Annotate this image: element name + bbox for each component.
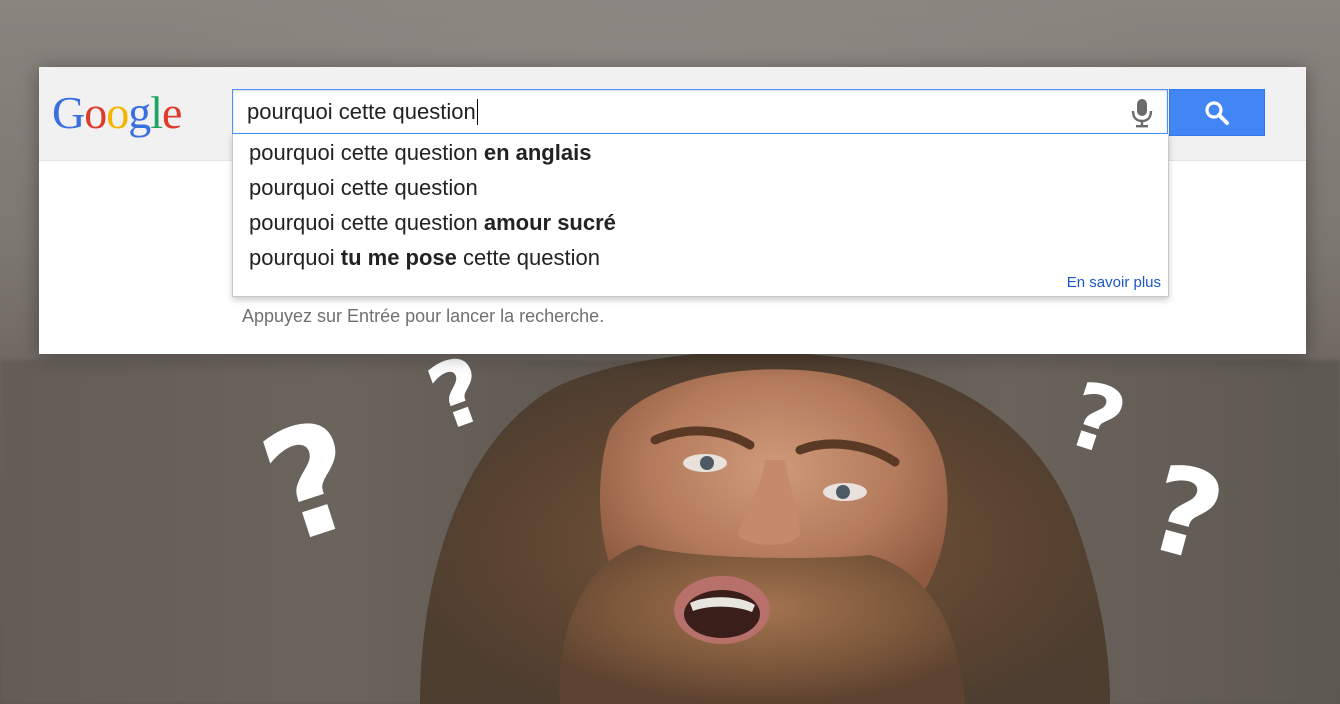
suggestion-completion: tu me pose (340, 245, 457, 270)
suggestion-text: pourquoi cette question (249, 210, 484, 235)
suggestion-text: pourquoi (249, 245, 341, 270)
suggestion-suffix: cette question (456, 245, 600, 270)
suggestion-completion: amour sucré (483, 210, 616, 235)
logo-letter: e (162, 87, 182, 138)
google-logo[interactable]: Google (52, 84, 182, 142)
logo-letter: g (128, 87, 151, 138)
text-caret (476, 98, 478, 125)
search-box[interactable]: pourquoi cette question (232, 89, 1168, 134)
search-query: pourquoi cette question (247, 99, 476, 124)
google-search-panel: Google pourquoi cette question pourquoi … (39, 67, 1306, 354)
suggestion-text: pourquoi cette question (249, 140, 484, 165)
search-button[interactable] (1169, 89, 1265, 136)
logo-letter: l (150, 87, 163, 138)
suggestion-item[interactable]: pourquoi cette question (249, 170, 478, 205)
suggestion-completion: en anglais (483, 140, 592, 165)
logo-letter: o (84, 87, 107, 138)
search-icon (1205, 100, 1229, 125)
search-input[interactable]: pourquoi cette question (247, 90, 478, 133)
suggestion-list: pourquoi cette question en anglais pourq… (232, 134, 1169, 297)
logo-letter: G (52, 87, 85, 138)
enter-hint: Appuyez sur Entrée pour lancer la recher… (242, 306, 605, 326)
learn-more-link[interactable]: En savoir plus (1067, 274, 1161, 291)
suggestion-text: pourquoi cette question (249, 175, 478, 200)
suggestion-item[interactable]: pourquoi tu me pose cette question (249, 240, 600, 275)
suggestion-item[interactable]: pourquoi cette question amour sucré (249, 205, 616, 240)
suggestion-item[interactable]: pourquoi cette question en anglais (249, 135, 591, 170)
microphone-icon[interactable] (1129, 98, 1155, 128)
logo-letter: o (106, 87, 129, 138)
